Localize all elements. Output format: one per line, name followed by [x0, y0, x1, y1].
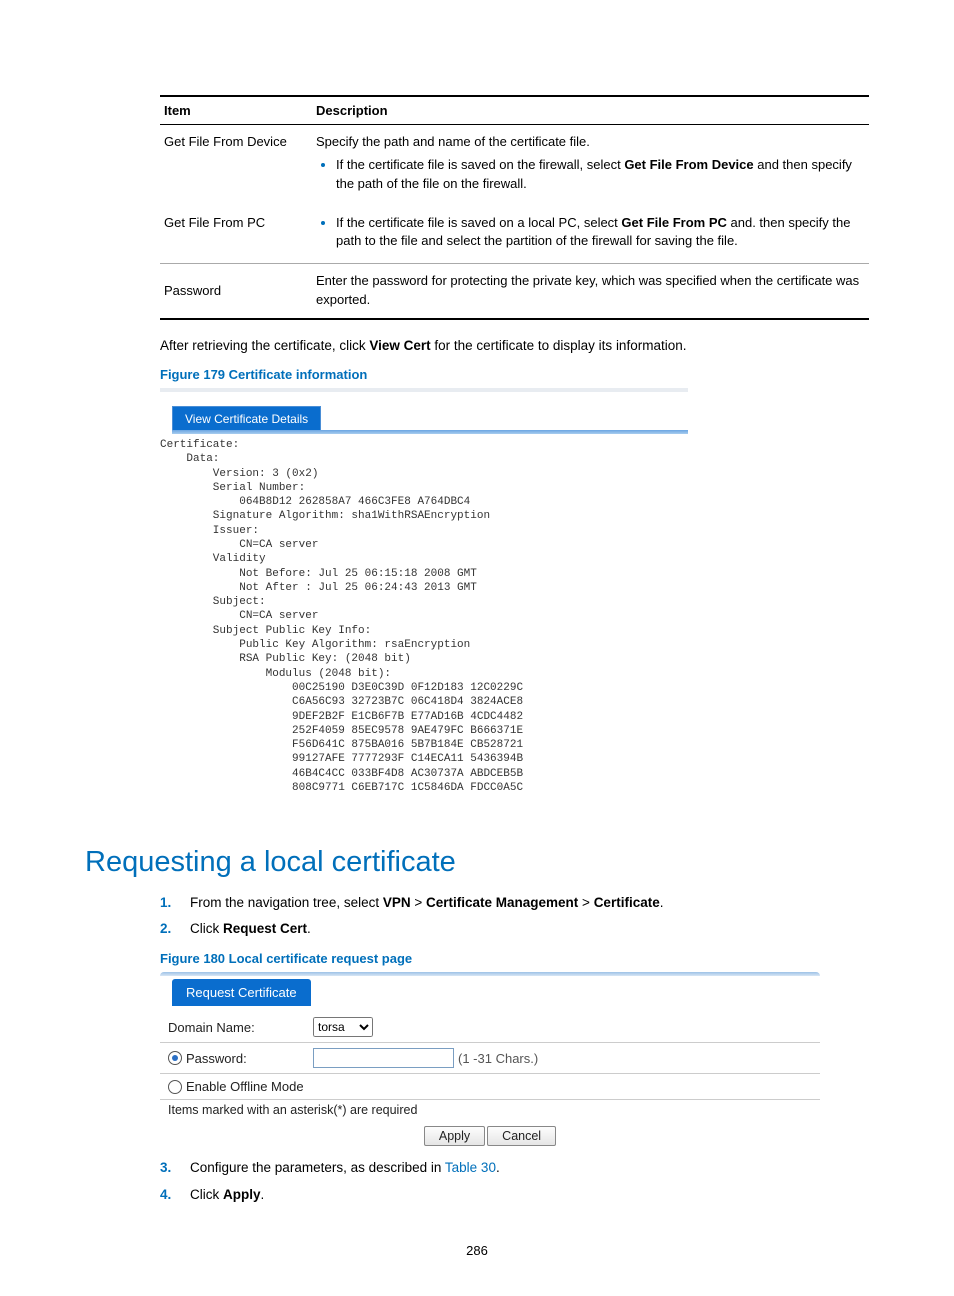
domain-name-label: Domain Name:: [168, 1020, 313, 1035]
domain-name-row: Domain Name: torsa: [160, 1012, 820, 1043]
step-1: 1. From the navigation tree, select VPN …: [160, 893, 869, 913]
cancel-button[interactable]: Cancel: [487, 1126, 556, 1146]
table-row: Get File From Device Specify the path an…: [160, 125, 869, 206]
offline-radio[interactable]: [168, 1080, 182, 1094]
password-label: Password:: [186, 1051, 247, 1066]
section-heading: Requesting a local certificate: [85, 846, 869, 879]
steps-list: 1. From the navigation tree, select VPN …: [160, 893, 869, 940]
t: >: [578, 895, 593, 910]
cell-item: Password: [160, 264, 312, 319]
step-4: 4. Click Apply.: [160, 1185, 869, 1205]
after-retrieve-text: After retrieving the certificate, click …: [160, 338, 869, 353]
step-number: 4.: [160, 1185, 190, 1205]
cell-item: Get File From Device: [160, 125, 312, 206]
th-desc: Description: [312, 96, 869, 125]
t-bold: Apply: [223, 1187, 261, 1202]
table-row: Get File From PC If the certificate file…: [160, 206, 869, 264]
desc-intro: Specify the path and name of the certifi…: [316, 134, 590, 149]
password-radio[interactable]: [168, 1051, 182, 1065]
figure-179-caption: Figure 179 Certificate information: [160, 367, 869, 382]
t: If the certificate file is saved on a lo…: [336, 215, 621, 230]
cell-item: Get File From PC: [160, 206, 312, 264]
table-row: Password Enter the password for protecti…: [160, 264, 869, 319]
t: >: [411, 895, 426, 910]
t-bold: Get File From PC: [621, 215, 726, 230]
page-number: 286: [0, 1243, 954, 1258]
request-cert-tab: Request Certificate: [172, 979, 311, 1006]
parameters-table: Item Description Get File From Device Sp…: [160, 95, 869, 320]
t: From the navigation tree, select: [190, 895, 383, 910]
domain-name-select[interactable]: torsa: [313, 1017, 373, 1037]
t-bold: Certificate: [594, 895, 660, 910]
t-bold: Get File From Device: [624, 157, 753, 172]
bullet-item: If the certificate file is saved on a lo…: [336, 214, 861, 252]
figure-180-caption: Figure 180 Local certificate request pag…: [160, 951, 869, 966]
t: Click: [190, 921, 223, 936]
t: If the certificate file is saved on the …: [336, 157, 624, 172]
offline-row: Enable Offline Mode: [160, 1074, 820, 1100]
required-note: Items marked with an asterisk(*) are req…: [160, 1100, 820, 1120]
cell-desc: If the certificate file is saved on a lo…: [312, 206, 869, 264]
bullet-item: If the certificate file is saved on the …: [336, 156, 861, 194]
step-3: 3. Configure the parameters, as describe…: [160, 1158, 869, 1178]
offline-label: Enable Offline Mode: [186, 1079, 304, 1094]
steps-list-cont: 3. Configure the parameters, as describe…: [160, 1158, 869, 1205]
t-bold: Request Cert: [223, 921, 307, 936]
apply-button[interactable]: Apply: [424, 1126, 485, 1146]
step-2: 2. Click Request Cert.: [160, 919, 869, 939]
password-input[interactable]: [313, 1048, 454, 1068]
step-number: 2.: [160, 919, 190, 939]
certificate-text: Certificate: Data: Version: 3 (0x2) Seri…: [160, 438, 523, 795]
request-cert-screenshot: Request Certificate Domain Name: torsa P…: [160, 972, 820, 1142]
cell-desc: Specify the path and name of the certifi…: [312, 125, 869, 206]
step-number: 3.: [160, 1158, 190, 1178]
certificate-details-screenshot: View Certificate Details Certificate: Da…: [160, 388, 688, 818]
t: for the certificate to display its infor…: [431, 338, 687, 353]
t: Configure the parameters, as described i…: [190, 1160, 445, 1175]
t-bold: Certificate Management: [426, 895, 578, 910]
chars-hint: (1 -31 Chars.): [458, 1051, 538, 1066]
th-item: Item: [160, 96, 312, 125]
step-number: 1.: [160, 893, 190, 913]
view-cert-tab: View Certificate Details: [172, 406, 321, 432]
t-bold: View Cert: [369, 338, 430, 353]
t: Click: [190, 1187, 223, 1202]
password-row: Password: (1 -31 Chars.): [160, 1043, 820, 1074]
t: After retrieving the certificate, click: [160, 338, 369, 353]
t-bold: VPN: [383, 895, 411, 910]
table-30-link[interactable]: Table 30: [445, 1160, 496, 1175]
cell-desc: Enter the password for protecting the pr…: [312, 264, 869, 319]
